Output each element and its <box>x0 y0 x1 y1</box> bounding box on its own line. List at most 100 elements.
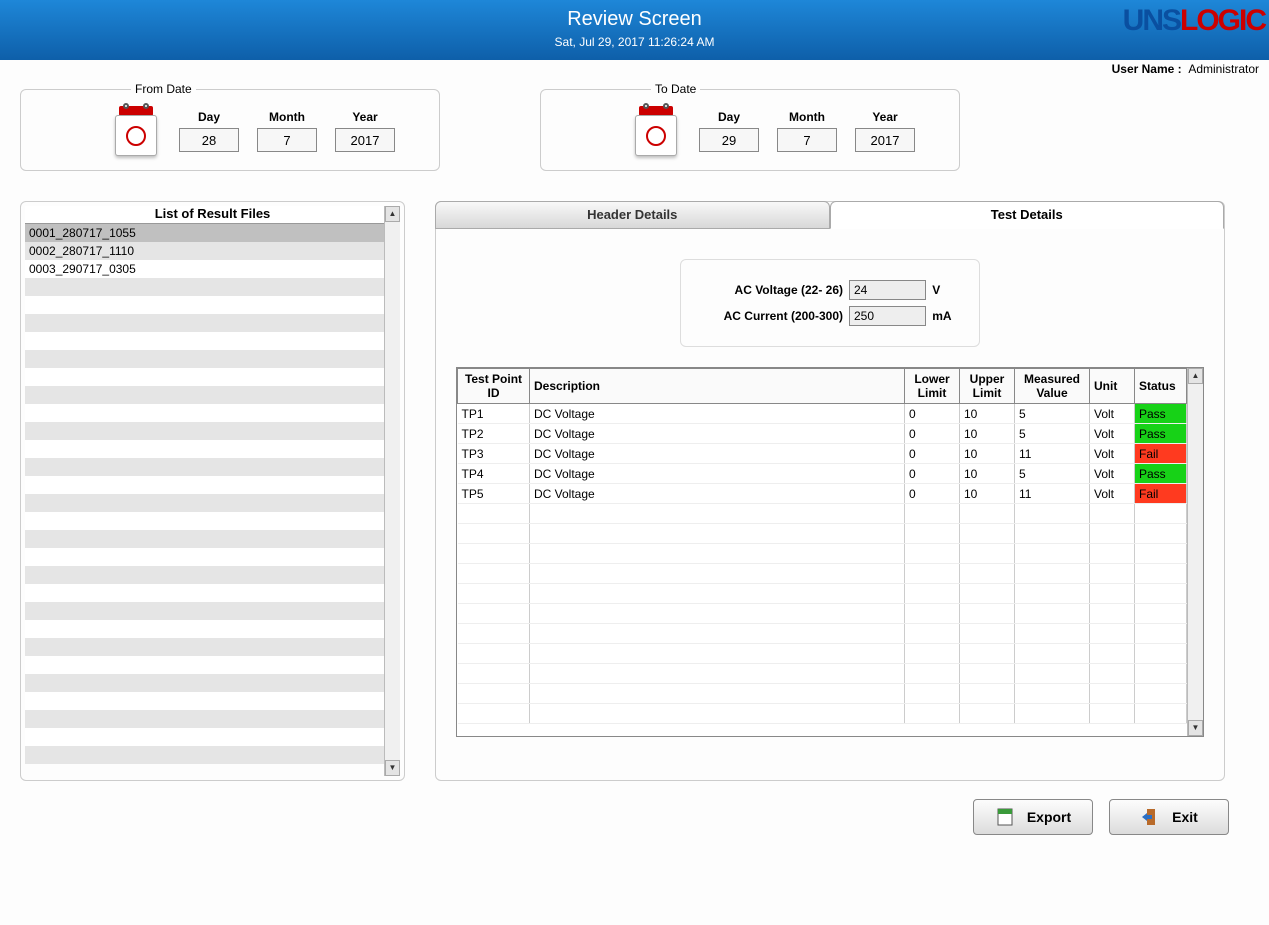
from-month-label: Month <box>257 110 317 124</box>
list-item <box>25 728 384 746</box>
list-item <box>25 530 384 548</box>
list-item <box>25 548 384 566</box>
col-desc[interactable]: Description <box>530 369 905 404</box>
cell-measured: 11 <box>1015 484 1090 504</box>
table-row <box>458 604 1187 624</box>
from-date-group: From Date Day 28 Month 7 Year 2017 <box>20 82 440 171</box>
cell-unit: Volt <box>1090 404 1135 424</box>
user-name-bar: User Name : Administrator <box>0 60 1269 82</box>
export-button-label: Export <box>1027 809 1071 825</box>
list-item <box>25 584 384 602</box>
from-year-value[interactable]: 2017 <box>335 128 395 152</box>
cell-status: Fail <box>1135 444 1187 464</box>
cell-desc: DC Voltage <box>530 444 905 464</box>
scroll-up-icon[interactable]: ▲ <box>1188 368 1203 384</box>
cell-measured: 11 <box>1015 444 1090 464</box>
list-item <box>25 656 384 674</box>
cell-upper: 10 <box>960 484 1015 504</box>
cell-desc: DC Voltage <box>530 464 905 484</box>
cell-tp-id: TP5 <box>458 484 530 504</box>
list-item <box>25 332 384 350</box>
cell-lower: 0 <box>905 424 960 444</box>
col-lower-limit[interactable]: Lower Limit <box>905 369 960 404</box>
details-panel: Header Details Test Details AC Voltage (… <box>435 201 1225 781</box>
cell-measured: 5 <box>1015 404 1090 424</box>
cell-upper: 10 <box>960 404 1015 424</box>
scroll-down-icon[interactable]: ▼ <box>385 760 400 776</box>
grid-scrollbar[interactable]: ▲ ▼ <box>1187 368 1203 736</box>
cell-measured: 5 <box>1015 464 1090 484</box>
to-date-group: To Date Day 29 Month 7 Year 2017 <box>540 82 960 171</box>
footer-buttons: Export Exit <box>20 781 1249 835</box>
ac-current-value[interactable]: 250 <box>849 306 926 326</box>
user-name-value: Administrator <box>1188 62 1259 76</box>
table-row <box>458 704 1187 724</box>
scroll-down-icon[interactable]: ▼ <box>1188 720 1203 736</box>
col-measured-value[interactable]: Measured Value <box>1015 369 1090 404</box>
col-unit[interactable]: Unit <box>1090 369 1135 404</box>
to-year-label: Year <box>855 110 915 124</box>
table-row[interactable]: TP4DC Voltage0105VoltPass <box>458 464 1187 484</box>
from-day-value[interactable]: 28 <box>179 128 239 152</box>
title-bar: Review Screen Sat, Jul 29, 2017 11:26:24… <box>0 0 1269 60</box>
list-item[interactable]: 0003_290717_0305 <box>25 260 384 278</box>
list-item <box>25 674 384 692</box>
list-item <box>25 620 384 638</box>
ac-voltage-label: AC Voltage (22- 26) <box>699 283 843 297</box>
tab-header-details[interactable]: Header Details <box>435 201 830 229</box>
cell-desc: DC Voltage <box>530 484 905 504</box>
ac-voltage-unit: V <box>932 283 961 297</box>
to-month-value[interactable]: 7 <box>777 128 837 152</box>
table-row <box>458 544 1187 564</box>
cell-upper: 10 <box>960 464 1015 484</box>
ac-voltage-value[interactable]: 24 <box>849 280 926 300</box>
export-button[interactable]: Export <box>973 799 1093 835</box>
from-date-legend: From Date <box>131 82 196 96</box>
tab-test-details[interactable]: Test Details <box>830 201 1225 229</box>
table-row[interactable]: TP5DC Voltage01011VoltFail <box>458 484 1187 504</box>
from-month-value[interactable]: 7 <box>257 128 317 152</box>
exit-icon <box>1140 807 1160 827</box>
to-month-label: Month <box>777 110 837 124</box>
list-item <box>25 494 384 512</box>
list-item <box>25 368 384 386</box>
calendar-icon[interactable] <box>111 106 161 156</box>
table-row <box>458 624 1187 644</box>
scroll-up-icon[interactable]: ▲ <box>385 206 400 222</box>
cell-lower: 0 <box>905 404 960 424</box>
from-year-label: Year <box>335 110 395 124</box>
cell-tp-id: TP3 <box>458 444 530 464</box>
to-day-label: Day <box>699 110 759 124</box>
list-item <box>25 476 384 494</box>
col-upper-limit[interactable]: Upper Limit <box>960 369 1015 404</box>
list-item <box>25 404 384 422</box>
file-list-panel: List of Result Files 0001_280717_1055000… <box>20 201 405 781</box>
ac-current-unit: mA <box>932 309 961 323</box>
to-day-value[interactable]: 29 <box>699 128 759 152</box>
file-list-scrollbar[interactable]: ▲ ▼ <box>384 206 400 776</box>
col-tp-id[interactable]: Test Point ID <box>458 369 530 404</box>
table-row[interactable]: TP3DC Voltage01011VoltFail <box>458 444 1187 464</box>
cell-status: Pass <box>1135 404 1187 424</box>
exit-button[interactable]: Exit <box>1109 799 1229 835</box>
ac-readings-box: AC Voltage (22- 26) 24 V AC Current (200… <box>680 259 980 347</box>
table-row[interactable]: TP1DC Voltage0105VoltPass <box>458 404 1187 424</box>
cell-desc: DC Voltage <box>530 424 905 444</box>
col-status[interactable]: Status <box>1135 369 1187 404</box>
cell-lower: 0 <box>905 484 960 504</box>
list-item[interactable]: 0001_280717_1055 <box>25 224 384 242</box>
from-day-label: Day <box>179 110 239 124</box>
table-row[interactable]: TP2DC Voltage0105VoltPass <box>458 424 1187 444</box>
to-year-value[interactable]: 2017 <box>855 128 915 152</box>
export-icon <box>995 807 1015 827</box>
results-grid: Test Point ID Description Lower Limit Up… <box>456 367 1204 737</box>
table-row <box>458 564 1187 584</box>
brand-logo: UNSLOGIC <box>1123 4 1265 38</box>
list-item[interactable]: 0002_280717_1110 <box>25 242 384 260</box>
cell-tp-id: TP4 <box>458 464 530 484</box>
page-timestamp: Sat, Jul 29, 2017 11:26:24 AM <box>0 35 1269 49</box>
list-item <box>25 638 384 656</box>
cell-unit: Volt <box>1090 444 1135 464</box>
calendar-icon[interactable] <box>631 106 681 156</box>
table-row <box>458 644 1187 664</box>
